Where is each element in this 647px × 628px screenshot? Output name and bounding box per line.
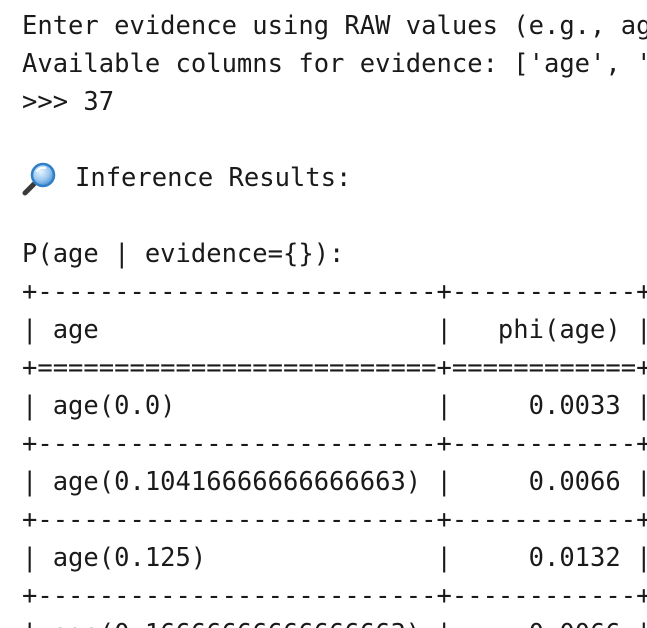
table-row: | age(0.16666666666666663) | 0.0066 | xyxy=(22,619,647,628)
table-row-separator: +--------------------------+------------… xyxy=(22,505,647,535)
table-row: | age(0.0) | 0.0033 | xyxy=(22,391,647,421)
table-row-separator: +--------------------------+------------… xyxy=(22,581,647,611)
table-header-row: | age | phi(age) | xyxy=(22,315,647,345)
table-row: | age(0.125) | 0.0132 | xyxy=(22,543,647,573)
table-row-separator: +--------------------------+------------… xyxy=(22,429,647,459)
table-border-top: +--------------------------+------------… xyxy=(22,277,647,307)
probability-query-line: P(age | evidence={}): xyxy=(22,239,345,269)
inference-results-heading: Inference Results: xyxy=(75,163,352,193)
table-header-separator: +==========================+============… xyxy=(22,353,647,383)
prompt-instruction-line: Enter evidence using RAW values (e.g., a… xyxy=(22,11,647,41)
terminal-output: Enter evidence using RAW values (e.g., a… xyxy=(0,0,647,628)
user-input-line: >>> 37 xyxy=(22,87,115,117)
available-columns-line: Available columns for evidence: ['age', … xyxy=(22,49,647,79)
table-row: | age(0.10416666666666663) | 0.0066 | xyxy=(22,467,647,497)
magnifying-glass-icon xyxy=(22,160,58,196)
